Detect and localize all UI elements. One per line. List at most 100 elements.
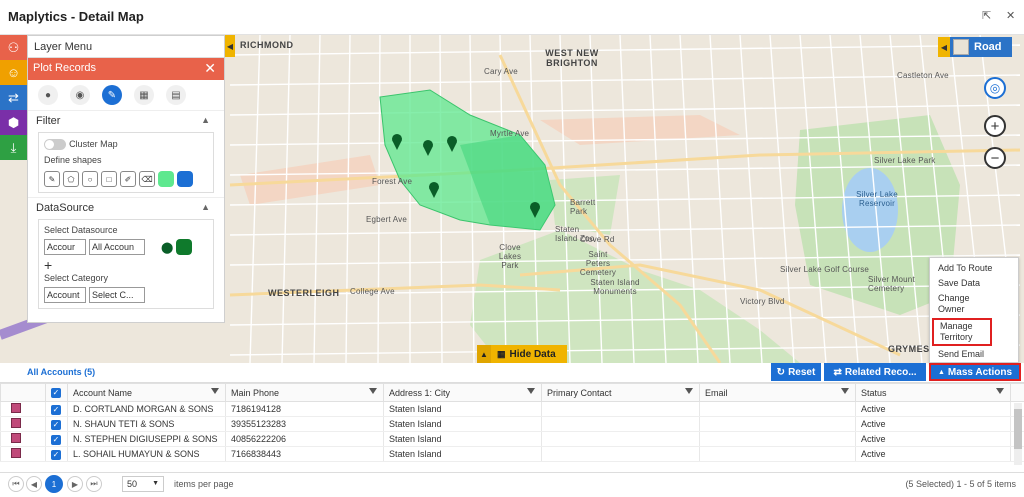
last-page-button[interactable]: ⏭ <box>86 476 102 492</box>
refresh-icon: ↻ <box>776 366 786 378</box>
plot-records-header: Plot Records ✕ <box>28 58 224 80</box>
chevron-up-icon[interactable]: ▲ <box>201 115 210 125</box>
row-checkbox: ✓ <box>51 419 61 430</box>
polygon-icon[interactable]: ⬠ <box>63 171 79 187</box>
menu-item-add-to-route[interactable]: Add To Route <box>930 261 1018 276</box>
add-datasource-icon[interactable]: + <box>44 257 208 273</box>
menu-item-send-email[interactable]: Send Email <box>930 347 1018 362</box>
grid-scrollbar[interactable] <box>1014 403 1022 465</box>
cell-status: Active <box>855 446 1011 462</box>
border-color-swatch[interactable] <box>177 171 193 187</box>
label-silver-lake-reservoir: Silver Lake Reservoir <box>856 190 898 208</box>
col-status[interactable]: Status <box>855 383 1011 402</box>
label-silver-lake-park: Silver Lake Park <box>874 156 936 165</box>
datasource-section-header[interactable]: DataSource ▲ <box>28 197 224 217</box>
cell-status: Active <box>855 416 1011 432</box>
record-icon[interactable] <box>11 448 21 458</box>
table-row[interactable]: ✓ L. SOHAIL HUMAYUN & SONS 7166838443 St… <box>0 446 1024 462</box>
filter-section-header[interactable]: Filter ▲ <box>28 110 224 130</box>
col-account-name[interactable]: Account Name <box>67 383 226 402</box>
layout-icon[interactable]: ▤ <box>166 85 186 105</box>
category-field-select[interactable]: Select C... <box>89 287 145 303</box>
collapse-road-button[interactable]: ◀ <box>938 37 950 57</box>
square-icon[interactable]: □ <box>101 171 117 187</box>
table-row[interactable]: ✓ N. STEPHEN DIGIUSEPPI & SONS 408562222… <box>0 431 1024 447</box>
category-entity-select[interactable]: Account <box>44 287 86 303</box>
circle-icon[interactable]: ○ <box>82 171 98 187</box>
user-pin-icon[interactable]: ⚇ <box>0 35 27 60</box>
popout-icon[interactable]: ⇱ <box>982 9 991 22</box>
collapse-panel-button[interactable]: ◀ <box>225 35 235 57</box>
label-forest-ave: Forest Ave <box>372 177 413 186</box>
datasource-entity-select[interactable]: Accour <box>44 239 86 255</box>
mass-actions-button[interactable]: ▲ Mass Actions <box>929 363 1021 381</box>
filter-icon[interactable] <box>841 388 849 394</box>
row-checkbox: ✓ <box>51 434 61 445</box>
location-icon[interactable]: ◉ <box>70 85 90 105</box>
label-barrett-park: Barrett Park <box>570 198 596 216</box>
col-email[interactable]: Email <box>699 383 856 402</box>
record-icon[interactable] <box>11 403 21 413</box>
table-row[interactable]: ✓ D. CORTLAND MORGAN & SONS 7186194128 S… <box>0 401 1024 417</box>
territory-icon[interactable]: ⬢ <box>0 110 27 135</box>
page-size-select[interactable]: 50 ▼ <box>122 476 164 492</box>
label-myrtle-ave: Myrtle Ave <box>490 129 530 138</box>
current-page[interactable]: 1 <box>45 475 63 493</box>
datasource-view-select[interactable]: All Accoun <box>89 239 145 255</box>
road-view-button[interactable]: Road <box>950 37 1012 57</box>
all-accounts-tab[interactable]: All Accounts (5) <box>27 367 95 377</box>
chevron-down-icon: ▼ <box>152 480 159 487</box>
fill-color-swatch[interactable] <box>158 171 174 187</box>
filter-icon[interactable] <box>996 388 1004 394</box>
filter-icon[interactable] <box>211 388 219 394</box>
compass-icon[interactable]: ◎ <box>984 77 1006 99</box>
cell-status: Active <box>855 431 1011 447</box>
route-icon[interactable]: ⇄ <box>0 85 27 110</box>
brush-icon[interactable]: ✎ <box>44 171 60 187</box>
record-icon[interactable] <box>11 433 21 443</box>
pin-icon[interactable]: ● <box>38 85 58 105</box>
cell-main-phone: 7186194128 <box>225 401 384 417</box>
label-clove-lakes-park: Clove Lakes Park <box>498 243 522 270</box>
related-records-button[interactable]: ⇄ Related Reco... <box>824 363 926 381</box>
first-page-button[interactable]: ⏮ <box>8 476 24 492</box>
marker-color-swatch[interactable] <box>176 239 193 255</box>
filter-icon[interactable] <box>685 388 693 394</box>
cluster-map-toggle[interactable] <box>44 138 66 150</box>
download-icon[interactable]: ⤓ <box>0 135 27 160</box>
draw-icon[interactable]: ✎ <box>102 85 122 105</box>
record-icon[interactable] <box>11 418 21 428</box>
row-checkbox: ✓ <box>51 449 61 460</box>
cell-city: Staten Island <box>383 401 542 417</box>
chevron-up-icon[interactable]: ▲ <box>201 202 210 212</box>
filter-icon[interactable] <box>527 388 535 394</box>
col-main-phone[interactable]: Main Phone <box>225 383 384 402</box>
cell-city: Staten Island <box>383 416 542 432</box>
cell-account-name: N. STEPHEN DIGIUSEPPI & SONS <box>67 431 226 447</box>
col-primary-contact[interactable]: Primary Contact <box>541 383 700 402</box>
next-page-button[interactable]: ▶ <box>67 476 83 492</box>
pencil-icon[interactable]: ✐ <box>120 171 136 187</box>
eraser-icon[interactable]: ⌫ <box>139 171 155 187</box>
menu-item-change-owner[interactable]: Change Owner <box>930 291 990 317</box>
table-row[interactable]: ✓ N. SHAUN TETI & SONS 39355123283 State… <box>0 416 1024 432</box>
menu-item-manage-territory[interactable]: Manage Territory <box>932 318 992 346</box>
close-icon[interactable]: ✕ <box>1006 9 1015 22</box>
col-city[interactable]: Address 1: City <box>383 383 542 402</box>
cell-city: Staten Island <box>383 446 542 462</box>
zoom-out-button[interactable]: − <box>984 147 1006 169</box>
prev-page-button[interactable]: ◀ <box>26 476 42 492</box>
select-all-checkbox[interactable]: ✓ <box>45 383 68 402</box>
filter-icon[interactable] <box>369 388 377 394</box>
people-icon[interactable]: ☺ <box>0 60 27 85</box>
scrollbar-thumb[interactable] <box>1014 409 1022 449</box>
menu-item-save-data[interactable]: Save Data <box>930 276 1018 291</box>
zoom-in-button[interactable]: + <box>984 115 1006 137</box>
cell-account-name: D. CORTLAND MORGAN & SONS <box>67 401 226 417</box>
reset-button[interactable]: ↻ Reset <box>771 363 821 381</box>
close-icon[interactable]: ✕ <box>204 60 216 77</box>
silver-lake-reservoir <box>842 168 898 252</box>
marker-pin-icon[interactable]: ⬤ <box>161 241 173 254</box>
heatmap-icon[interactable]: ▦ <box>134 85 154 105</box>
hide-data-button[interactable]: ▲ ▦ Hide Data <box>477 345 567 363</box>
